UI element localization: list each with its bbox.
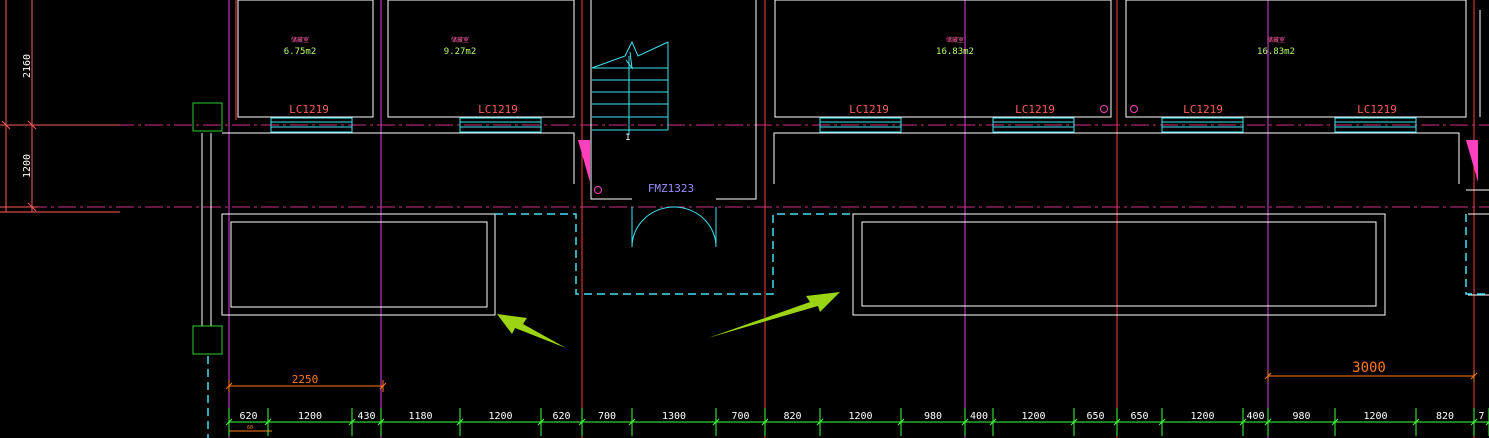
bottom-dim-label: 1200 bbox=[848, 411, 872, 422]
room-wall bbox=[387, 0, 575, 118]
light-well-inner bbox=[230, 221, 488, 308]
bottom-dim-label: 650 bbox=[1130, 411, 1148, 422]
bottom-dim-label: 1300 bbox=[662, 411, 686, 422]
bottom-dim-label: 700 bbox=[598, 411, 616, 422]
bottom-dim-label: 650 bbox=[1086, 411, 1104, 422]
bottom-dim-label: 1200 bbox=[488, 411, 512, 422]
window-label: LC1219 bbox=[478, 103, 518, 116]
bottom-dim-label: 620 bbox=[552, 411, 570, 422]
bottom-dim-label: 980 bbox=[1292, 411, 1310, 422]
window-label: LC1219 bbox=[849, 103, 889, 116]
window-label: LC1219 bbox=[289, 103, 329, 116]
columns bbox=[192, 102, 223, 355]
window-label: LC1219 bbox=[1015, 103, 1055, 116]
column bbox=[192, 102, 223, 132]
bottom-dim-label: 820 bbox=[783, 411, 801, 422]
light-well bbox=[221, 213, 496, 316]
room-name: 储藏室 bbox=[451, 36, 469, 44]
bottom-dim-label: 820 bbox=[1436, 411, 1454, 422]
bottom-dim-label: 400 bbox=[1246, 411, 1264, 422]
bottom-dim-label: 430 bbox=[357, 411, 375, 422]
walls bbox=[201, 0, 1489, 326]
stair bbox=[591, 40, 669, 135]
left-dim-label: 2160 bbox=[22, 54, 33, 78]
orange-dim-label: 3000 bbox=[1352, 360, 1386, 376]
stair-wall bbox=[590, 0, 632, 200]
left-dimensions bbox=[0, 0, 120, 213]
orange-dim-label: 2250 bbox=[292, 373, 319, 386]
left-dim-label: 1200 bbox=[22, 154, 33, 178]
annotation-arrows bbox=[497, 292, 840, 348]
dashed-outline bbox=[207, 213, 1489, 438]
bottom-dim-label: 400 bbox=[970, 411, 988, 422]
room-name: 储藏室 bbox=[291, 36, 309, 44]
room-area: 16.83m2 bbox=[1257, 47, 1295, 57]
arrow bbox=[708, 292, 840, 338]
cad-floor-plan: 2160 1200 LC1219 LC1219 LC1219 LC1219 LC… bbox=[0, 0, 1489, 438]
bottom-dim-label: 700 bbox=[731, 411, 749, 422]
room-name: 储藏室 bbox=[1267, 36, 1285, 44]
stair-label: 1 bbox=[625, 133, 630, 143]
bottom-dim-label: 620 bbox=[239, 411, 257, 422]
bottom-dim-label: 1200 bbox=[1021, 411, 1045, 422]
room-area: 16.83m2 bbox=[936, 47, 974, 57]
bottom-dim-label: 980 bbox=[924, 411, 942, 422]
room-area: 6.75m2 bbox=[284, 47, 317, 57]
grid-axes bbox=[228, 0, 1475, 438]
room-wall bbox=[237, 0, 374, 118]
window-label: LC1219 bbox=[1357, 103, 1397, 116]
room-wall bbox=[774, 0, 1112, 118]
column bbox=[192, 325, 223, 355]
bottom-dim-label: 1200 bbox=[1363, 411, 1387, 422]
orange-dim-label: 60 bbox=[247, 425, 253, 431]
door bbox=[631, 206, 717, 248]
stair-wall bbox=[716, 0, 757, 200]
arrow bbox=[497, 314, 566, 348]
room-area: 9.27m2 bbox=[444, 47, 477, 57]
bottom-dim-label: 7 bbox=[1478, 411, 1484, 422]
light-well bbox=[852, 213, 1386, 316]
bottom-dim-label: 1200 bbox=[298, 411, 322, 422]
window bbox=[819, 117, 902, 133]
light-well-inner bbox=[861, 221, 1377, 307]
bottom-dimension-chain: 620 1200 430 1180 1200 620 700 1300 700 820 1200 98… bbox=[225, 408, 1489, 436]
room-name: 储藏室 bbox=[946, 36, 964, 44]
pink-markers bbox=[578, 105, 1478, 194]
bottom-dim-label: 1200 bbox=[1190, 411, 1214, 422]
door-label: FMZ1323 bbox=[648, 182, 694, 195]
window-label: LC1219 bbox=[1183, 103, 1223, 116]
bottom-dim-label: 1180 bbox=[408, 411, 432, 422]
room-wall bbox=[1125, 0, 1467, 118]
horizontal-axes bbox=[0, 124, 1489, 208]
